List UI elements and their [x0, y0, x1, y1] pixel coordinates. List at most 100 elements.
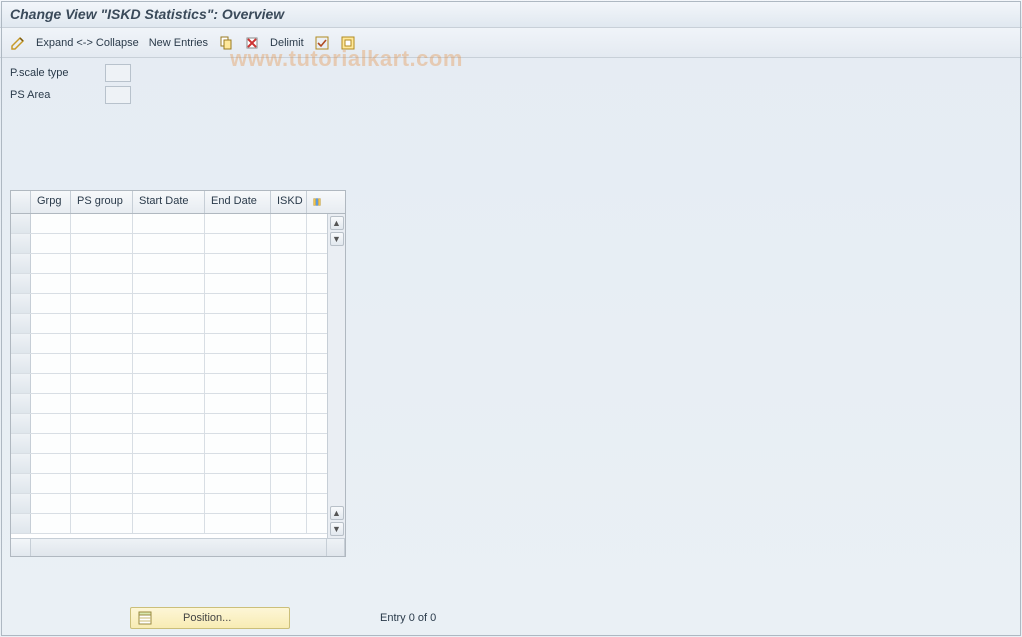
table-row[interactable] — [11, 254, 327, 274]
cell-iskd[interactable] — [271, 514, 307, 533]
cell-psgroup[interactable] — [71, 514, 133, 533]
cell-end-date[interactable] — [205, 254, 271, 273]
cell-grpg[interactable] — [31, 454, 71, 473]
scroll-up-icon[interactable]: ▲ — [330, 216, 344, 230]
row-selector[interactable] — [11, 394, 31, 413]
cell-end-date[interactable] — [205, 414, 271, 433]
cell-iskd[interactable] — [271, 454, 307, 473]
table-row[interactable] — [11, 394, 327, 414]
cell-psgroup[interactable] — [71, 214, 133, 233]
cell-start-date[interactable] — [133, 494, 205, 513]
cell-iskd[interactable] — [271, 254, 307, 273]
cell-grpg[interactable] — [31, 494, 71, 513]
table-row[interactable] — [11, 354, 327, 374]
ps-area-input[interactable] — [105, 86, 131, 104]
cell-psgroup[interactable] — [71, 434, 133, 453]
cell-iskd[interactable] — [271, 294, 307, 313]
row-selector[interactable] — [11, 274, 31, 293]
cell-iskd[interactable] — [271, 474, 307, 493]
column-grpg[interactable]: Grpg — [31, 191, 71, 213]
cell-start-date[interactable] — [133, 274, 205, 293]
expand-collapse-button[interactable]: Expand <-> Collapse — [36, 37, 139, 49]
cell-end-date[interactable] — [205, 374, 271, 393]
cell-iskd[interactable] — [271, 414, 307, 433]
cell-start-date[interactable] — [133, 314, 205, 333]
table-row[interactable] — [11, 454, 327, 474]
row-selector[interactable] — [11, 214, 31, 233]
cell-grpg[interactable] — [31, 294, 71, 313]
table-row[interactable] — [11, 414, 327, 434]
row-selector[interactable] — [11, 434, 31, 453]
cell-psgroup[interactable] — [71, 354, 133, 373]
row-selector[interactable] — [11, 254, 31, 273]
row-selector[interactable] — [11, 234, 31, 253]
row-selector[interactable] — [11, 494, 31, 513]
cell-grpg[interactable] — [31, 314, 71, 333]
cell-psgroup[interactable] — [71, 254, 133, 273]
row-selector[interactable] — [11, 354, 31, 373]
cell-iskd[interactable] — [271, 334, 307, 353]
position-button[interactable]: Position... — [130, 607, 290, 629]
cell-psgroup[interactable] — [71, 294, 133, 313]
row-selector[interactable] — [11, 314, 31, 333]
cell-grpg[interactable] — [31, 254, 71, 273]
cell-end-date[interactable] — [205, 294, 271, 313]
column-config-icon[interactable] — [307, 191, 327, 213]
cell-iskd[interactable] — [271, 394, 307, 413]
cell-start-date[interactable] — [133, 474, 205, 493]
new-entries-button[interactable]: New Entries — [149, 37, 208, 49]
column-selector[interactable] — [11, 191, 31, 213]
cell-grpg[interactable] — [31, 434, 71, 453]
vertical-scrollbar[interactable]: ▲ ▼ ▲ ▼ — [327, 214, 345, 538]
cell-psgroup[interactable] — [71, 494, 133, 513]
copy-icon[interactable] — [218, 35, 234, 51]
cell-start-date[interactable] — [133, 234, 205, 253]
cell-grpg[interactable] — [31, 514, 71, 533]
pscale-type-input[interactable] — [105, 64, 131, 82]
row-selector[interactable] — [11, 514, 31, 533]
cell-end-date[interactable] — [205, 214, 271, 233]
cell-start-date[interactable] — [133, 394, 205, 413]
cell-start-date[interactable] — [133, 334, 205, 353]
table-row[interactable] — [11, 374, 327, 394]
cell-start-date[interactable] — [133, 294, 205, 313]
column-iskd[interactable]: ISKD — [271, 191, 307, 213]
cell-grpg[interactable] — [31, 414, 71, 433]
column-end-date[interactable]: End Date — [205, 191, 271, 213]
cell-end-date[interactable] — [205, 474, 271, 493]
cell-psgroup[interactable] — [71, 454, 133, 473]
cell-psgroup[interactable] — [71, 234, 133, 253]
cell-end-date[interactable] — [205, 234, 271, 253]
cell-psgroup[interactable] — [71, 394, 133, 413]
scroll-up-step-icon[interactable]: ▼ — [330, 232, 344, 246]
cell-start-date[interactable] — [133, 414, 205, 433]
cell-end-date[interactable] — [205, 394, 271, 413]
scroll-down-step-icon[interactable]: ▲ — [330, 506, 344, 520]
cell-psgroup[interactable] — [71, 474, 133, 493]
table-row[interactable] — [11, 474, 327, 494]
table-row[interactable] — [11, 334, 327, 354]
cell-start-date[interactable] — [133, 354, 205, 373]
cell-end-date[interactable] — [205, 354, 271, 373]
cell-start-date[interactable] — [133, 454, 205, 473]
table-row[interactable] — [11, 274, 327, 294]
cell-end-date[interactable] — [205, 494, 271, 513]
table-row[interactable] — [11, 514, 327, 534]
cell-start-date[interactable] — [133, 214, 205, 233]
cell-psgroup[interactable] — [71, 414, 133, 433]
row-selector[interactable] — [11, 414, 31, 433]
cell-iskd[interactable] — [271, 274, 307, 293]
row-selector[interactable] — [11, 474, 31, 493]
row-selector[interactable] — [11, 454, 31, 473]
cell-grpg[interactable] — [31, 334, 71, 353]
cell-end-date[interactable] — [205, 454, 271, 473]
cell-end-date[interactable] — [205, 434, 271, 453]
cell-grpg[interactable] — [31, 214, 71, 233]
cell-iskd[interactable] — [271, 354, 307, 373]
table-row[interactable] — [11, 294, 327, 314]
cell-iskd[interactable] — [271, 314, 307, 333]
cell-psgroup[interactable] — [71, 334, 133, 353]
row-selector[interactable] — [11, 334, 31, 353]
cell-grpg[interactable] — [31, 374, 71, 393]
cell-psgroup[interactable] — [71, 274, 133, 293]
